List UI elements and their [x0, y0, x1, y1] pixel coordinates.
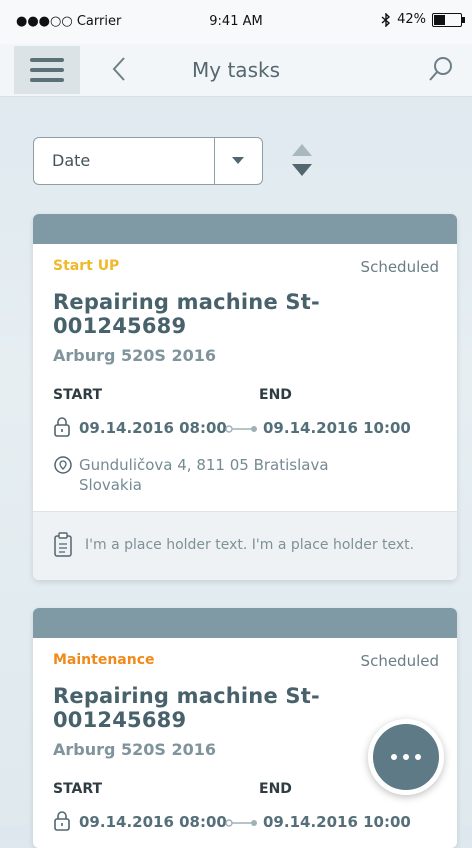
address-line-2: Slovakia: [79, 476, 142, 494]
task-status: Scheduled: [360, 258, 439, 276]
sort-select[interactable]: Date: [33, 137, 263, 185]
task-end-datetime: 09.14.2016 10:00: [263, 813, 411, 831]
clipboard-icon: [54, 532, 72, 557]
nav-bar: My tasks: [0, 44, 472, 97]
task-title: Repairing machine St-001245689: [53, 290, 320, 338]
task-start-datetime: 09.14.2016 08:00: [79, 419, 227, 437]
note-text: I'm a place holder text. I'm a place hol…: [85, 537, 415, 553]
battery-icon: [432, 12, 465, 27]
start-label: START: [53, 781, 103, 797]
status-right: 42%: [381, 12, 465, 27]
lock-icon: [54, 417, 70, 437]
card-header-band: [33, 608, 457, 638]
task-status: Scheduled: [360, 652, 439, 670]
more-actions-button[interactable]: [368, 719, 444, 795]
end-label: END: [259, 781, 292, 797]
more-dots-icon: [391, 754, 397, 760]
battery-percent: 42%: [397, 12, 426, 27]
arrow-right-icon: [225, 819, 257, 827]
sort-select-value: Date: [52, 151, 91, 170]
address-line-1: Gunduličova 4, 811 05 Bratislava: [79, 456, 329, 474]
chevron-down-icon: [232, 157, 244, 164]
task-card[interactable]: Start UP Scheduled Repairing machine St-…: [33, 214, 457, 580]
arrow-right-icon: [225, 425, 257, 433]
page-title: My tasks: [192, 58, 280, 82]
task-address: Gunduličova 4, 811 05 Bratislava Slovaki…: [53, 455, 439, 495]
location-pin-icon: [54, 456, 72, 474]
task-machine: Arburg 520S 2016: [53, 346, 217, 365]
status-bar: ●●●○○ Carrier 9:41 AM 42%: [0, 0, 472, 44]
lock-icon: [54, 811, 70, 831]
card-header-band: [33, 214, 457, 244]
task-start-datetime: 09.14.2016 08:00: [79, 813, 227, 831]
task-note: I'm a place holder text. I'm a place hol…: [33, 511, 457, 580]
task-title: Repairing machine St-001245689: [53, 684, 320, 732]
bluetooth-icon: [381, 12, 391, 27]
task-end-datetime: 09.14.2016 10:00: [263, 419, 411, 437]
search-icon[interactable]: [426, 54, 456, 84]
sort-arrows-icon[interactable]: [289, 139, 315, 181]
sort-row: Date: [33, 137, 433, 185]
end-label: END: [259, 387, 292, 403]
start-label: START: [53, 387, 103, 403]
